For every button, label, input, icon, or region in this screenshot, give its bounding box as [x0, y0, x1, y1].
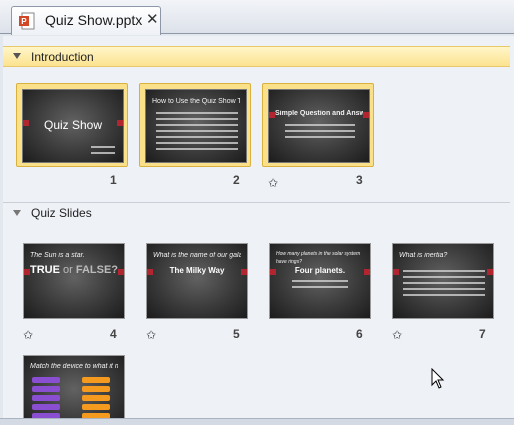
- answer-true: TRUE: [29, 264, 60, 276]
- slide-title: Match the device to what it measures: [30, 363, 118, 370]
- animation-star-icon[interactable]: ✩: [23, 328, 33, 342]
- slide-preview: What is the name of our galaxy? The Milk…: [146, 243, 248, 319]
- slide-thumbnail-1[interactable]: Quiz Show: [16, 83, 128, 167]
- slide-answer: TRUE or FALSE?: [28, 264, 120, 276]
- section-name: Introduction: [31, 50, 94, 64]
- slide-accent: [487, 269, 493, 275]
- slide-title: How many planets in the solar system hav…: [276, 251, 361, 265]
- slide-number: 5: [233, 327, 240, 341]
- slide-title: Quiz Show: [43, 118, 103, 132]
- slide-sorter-panel: Introduction Quiz Show 1 How to Use the …: [3, 36, 514, 425]
- svg-text:P: P: [21, 17, 27, 26]
- slide-answer: Four planets.: [294, 266, 346, 275]
- slide-title: What is the name of our galaxy?: [153, 252, 241, 259]
- document-tab[interactable]: P Quiz Show.pptx ✕: [11, 6, 161, 35]
- answer-or: or: [63, 264, 73, 276]
- status-bar: [0, 418, 514, 425]
- slide-preview: Quiz Show: [22, 89, 124, 163]
- collapse-triangle-icon[interactable]: [13, 210, 21, 216]
- match-item: [82, 377, 110, 383]
- slide-title: How to Use the Quiz Show Template: [152, 98, 240, 105]
- slide-preview: How many planets in the solar system hav…: [269, 243, 371, 319]
- collapse-triangle-icon[interactable]: [13, 53, 21, 59]
- slide-accent: [393, 269, 399, 275]
- close-icon[interactable]: ✕: [146, 10, 159, 28]
- slide-body-lines: [156, 112, 238, 154]
- slide-preview: How to Use the Quiz Show Template: [145, 89, 247, 163]
- slide-body-lines: [91, 146, 115, 158]
- slide-number: 7: [479, 327, 486, 341]
- document-tab-title: Quiz Show.pptx: [45, 12, 143, 28]
- match-item: [82, 386, 110, 392]
- slide-number: 4: [110, 327, 117, 341]
- slide-thumbnail-8[interactable]: Match the device to what it measures: [23, 355, 135, 425]
- slide-thumbnail-5[interactable]: What is the name of our galaxy? The Milk…: [146, 243, 258, 327]
- slide-body-lines: [403, 270, 485, 300]
- slide-number: 3: [356, 173, 363, 187]
- slide-thumbnail-4[interactable]: The Sun is a star. TRUE or FALSE?: [23, 243, 135, 327]
- slide-title: The Sun is a star.: [30, 252, 85, 259]
- mouse-pointer-icon: [431, 368, 445, 389]
- section-name: Quiz Slides: [31, 206, 92, 220]
- document-tab-strip: P Quiz Show.pptx ✕: [0, 0, 514, 35]
- slide-thumbnail-7[interactable]: What is inertia?: [392, 243, 504, 327]
- match-item: [32, 377, 60, 383]
- slide-accent: [363, 112, 369, 118]
- slide-number: 1: [110, 173, 117, 187]
- slide-preview: Match the device to what it measures: [23, 355, 125, 425]
- slide-thumbnail-2[interactable]: How to Use the Quiz Show Template: [139, 83, 251, 167]
- animation-star-icon[interactable]: ✩: [392, 328, 402, 342]
- slide-number: 6: [356, 327, 363, 341]
- section-header-introduction[interactable]: Introduction: [3, 46, 510, 67]
- powerpoint-file-icon: P: [19, 12, 35, 30]
- answer-false: FALSE?: [75, 264, 119, 276]
- match-item: [82, 404, 110, 410]
- slide-body-lines: [285, 124, 355, 142]
- match-item: [32, 386, 60, 392]
- animation-star-icon[interactable]: ✩: [146, 328, 156, 342]
- match-item: [82, 395, 110, 401]
- slide-preview: What is inertia?: [392, 243, 494, 319]
- slide-number: 2: [233, 173, 240, 187]
- slide-title: What is inertia?: [399, 252, 448, 259]
- slide-body-lines: [292, 280, 348, 292]
- match-item: [32, 395, 60, 401]
- match-item: [32, 404, 60, 410]
- animation-star-icon[interactable]: ✩: [268, 176, 278, 190]
- slide-title: Simple Question and Answer: [275, 110, 363, 117]
- section-header-quiz-slides[interactable]: Quiz Slides: [3, 202, 510, 223]
- slide-preview: The Sun is a star. TRUE or FALSE?: [23, 243, 125, 319]
- slide-preview: Simple Question and Answer: [268, 89, 370, 163]
- slide-thumbnail-3[interactable]: Simple Question and Answer: [262, 83, 374, 167]
- slide-answer: The Milky Way: [169, 266, 225, 275]
- slide-thumbnail-6[interactable]: How many planets in the solar system hav…: [269, 243, 381, 327]
